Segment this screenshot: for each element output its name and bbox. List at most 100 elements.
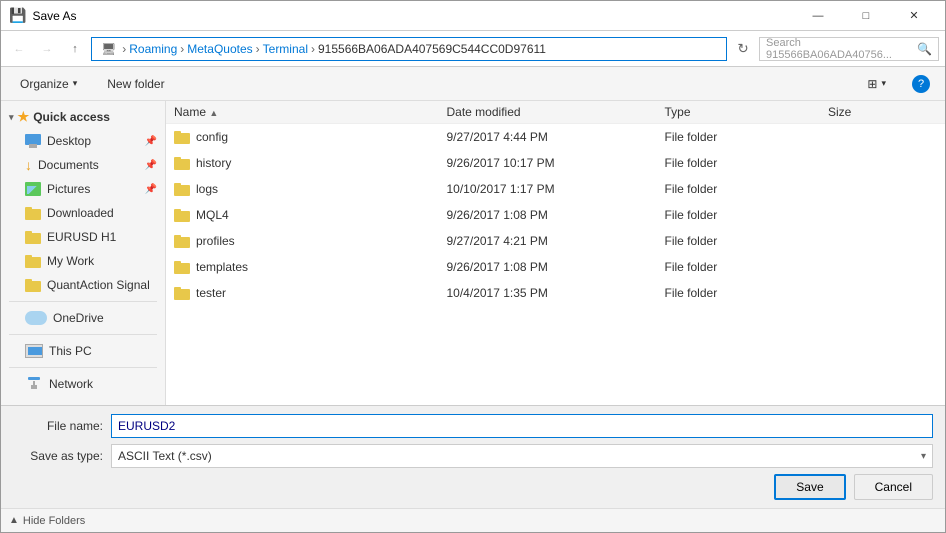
view-options-button[interactable]: ⊞ ▾ bbox=[856, 71, 897, 97]
table-row[interactable]: tester 10/4/2017 1:35 PM File folder bbox=[166, 280, 945, 306]
forward-button[interactable]: → bbox=[35, 37, 59, 61]
sidebar-item-downloaded[interactable]: Downloaded bbox=[1, 201, 165, 225]
maximize-button[interactable]: □ bbox=[843, 1, 889, 31]
new-folder-label: New folder bbox=[107, 77, 164, 91]
col-header-size[interactable]: Size bbox=[828, 105, 937, 119]
breadcrumb-roaming[interactable]: Roaming bbox=[129, 42, 177, 56]
search-box[interactable]: Search 915566BA06ADA40756... 🔍 bbox=[759, 37, 939, 61]
onedrive-icon bbox=[25, 311, 47, 325]
quantaction-folder-icon bbox=[25, 279, 41, 292]
up-button[interactable]: ↑ bbox=[63, 37, 87, 61]
folder-icon bbox=[174, 157, 190, 170]
sidebar-item-network[interactable]: Network bbox=[1, 372, 165, 396]
file-name: tester bbox=[196, 286, 226, 300]
organize-chevron-icon: ▾ bbox=[73, 78, 78, 89]
saveastype-row: Save as type: ASCII Text (*.csv) ▾ bbox=[13, 444, 933, 468]
file-date: 9/26/2017 1:08 PM bbox=[447, 260, 665, 274]
quick-access-chevron-icon: ▾ bbox=[9, 112, 14, 123]
divider-3 bbox=[9, 367, 157, 368]
folder-icon bbox=[174, 183, 190, 196]
desktop-pin-icon: 📌 bbox=[145, 136, 157, 147]
file-name: history bbox=[196, 156, 231, 170]
file-date: 9/27/2017 4:44 PM bbox=[447, 130, 665, 144]
onedrive-label: OneDrive bbox=[53, 311, 104, 325]
file-type: File folder bbox=[665, 286, 829, 300]
file-name: logs bbox=[196, 182, 218, 196]
address-bar: ← → ↑ 🖥 › Roaming › MetaQuotes › Termina… bbox=[1, 31, 945, 67]
view-chevron-icon: ▾ bbox=[881, 78, 886, 89]
file-type: File folder bbox=[665, 182, 829, 196]
help-icon: ? bbox=[912, 75, 930, 93]
file-name: templates bbox=[196, 260, 248, 274]
sidebar-item-pictures[interactable]: Pictures 📌 bbox=[1, 177, 165, 201]
file-type: File folder bbox=[665, 234, 829, 248]
saveastype-arrow-icon: ▾ bbox=[921, 451, 926, 462]
filename-label: File name: bbox=[13, 419, 103, 433]
sidebar-item-eurusd[interactable]: EURUSD H1 bbox=[1, 225, 165, 249]
network-icon bbox=[25, 377, 43, 391]
window-icon: 💾 bbox=[9, 7, 26, 24]
new-folder-button[interactable]: New folder bbox=[96, 71, 175, 97]
file-type: File folder bbox=[665, 208, 829, 222]
main-content: ▾ ★ Quick access Desktop 📌 ↓ Documents 📌… bbox=[1, 101, 945, 405]
quick-access-star-icon: ★ bbox=[18, 109, 30, 125]
sidebar-item-mywork[interactable]: My Work bbox=[1, 249, 165, 273]
desktop-label: Desktop bbox=[47, 134, 91, 148]
file-list: Name ▲ Date modified Type Size config bbox=[166, 101, 945, 405]
help-button[interactable]: ? bbox=[905, 71, 937, 97]
view-grid-icon: ⊞ bbox=[867, 77, 877, 91]
thispc-icon bbox=[25, 344, 43, 358]
cancel-button[interactable]: Cancel bbox=[854, 474, 933, 500]
hide-folders-section[interactable]: ▲ Hide Folders bbox=[9, 515, 85, 527]
documents-icon: ↓ bbox=[25, 157, 32, 173]
file-name: MQL4 bbox=[196, 208, 229, 222]
sidebar-item-thispc[interactable]: This PC bbox=[1, 339, 165, 363]
sidebar-item-quantaction[interactable]: QuantAction Signal bbox=[1, 273, 165, 297]
filename-input[interactable] bbox=[111, 414, 933, 438]
window-title: Save As bbox=[32, 9, 76, 23]
sidebar-item-desktop[interactable]: Desktop 📌 bbox=[1, 129, 165, 153]
breadcrumb-metaquotes[interactable]: MetaQuotes bbox=[187, 42, 252, 56]
file-name: profiles bbox=[196, 234, 235, 248]
sidebar-item-documents[interactable]: ↓ Documents 📌 bbox=[1, 153, 165, 177]
bottom-area: File name: Save as type: ASCII Text (*.c… bbox=[1, 405, 945, 508]
sidebar: ▾ ★ Quick access Desktop 📌 ↓ Documents 📌… bbox=[1, 101, 166, 405]
table-row[interactable]: logs 10/10/2017 1:17 PM File folder bbox=[166, 176, 945, 202]
documents-pin-icon: 📌 bbox=[145, 160, 157, 171]
breadcrumb-bar[interactable]: 🖥 › Roaming › MetaQuotes › Terminal › 91… bbox=[91, 37, 727, 61]
file-date: 9/27/2017 4:21 PM bbox=[447, 234, 665, 248]
col-header-name[interactable]: Name ▲ bbox=[174, 105, 447, 119]
minimize-button[interactable]: — bbox=[795, 1, 841, 31]
table-row[interactable]: templates 9/26/2017 1:08 PM File folder bbox=[166, 254, 945, 280]
back-button[interactable]: ← bbox=[7, 37, 31, 61]
saveastype-value: ASCII Text (*.csv) bbox=[118, 449, 212, 463]
sidebar-item-onedrive[interactable]: OneDrive bbox=[1, 306, 165, 330]
search-placeholder: Search 915566BA06ADA40756... bbox=[766, 37, 917, 61]
table-row[interactable]: history 9/26/2017 10:17 PM File folder bbox=[166, 150, 945, 176]
quick-access-header[interactable]: ▾ ★ Quick access bbox=[1, 105, 165, 129]
file-name: config bbox=[196, 130, 228, 144]
pictures-icon bbox=[25, 182, 41, 196]
organize-button[interactable]: Organize ▾ bbox=[9, 71, 88, 97]
save-button[interactable]: Save bbox=[774, 474, 845, 500]
saveastype-select[interactable]: ASCII Text (*.csv) ▾ bbox=[111, 444, 933, 468]
divider-1 bbox=[9, 301, 157, 302]
toolbar: Organize ▾ New folder ⊞ ▾ ? bbox=[1, 67, 945, 101]
divider-2 bbox=[9, 334, 157, 335]
file-date: 9/26/2017 1:08 PM bbox=[447, 208, 665, 222]
eurusd-label: EURUSD H1 bbox=[47, 230, 116, 244]
breadcrumb-terminal[interactable]: Terminal bbox=[263, 42, 308, 56]
network-label: Network bbox=[49, 377, 93, 391]
close-button[interactable]: ✕ bbox=[891, 1, 937, 31]
documents-label: Documents bbox=[38, 158, 99, 172]
sort-arrow-icon: ▲ bbox=[209, 108, 218, 118]
table-row[interactable]: config 9/27/2017 4:44 PM File folder bbox=[166, 124, 945, 150]
folder-icon bbox=[174, 235, 190, 248]
col-header-type[interactable]: Type bbox=[665, 105, 829, 119]
col-header-date[interactable]: Date modified bbox=[447, 105, 665, 119]
table-row[interactable]: MQL4 9/26/2017 1:08 PM File folder bbox=[166, 202, 945, 228]
refresh-button[interactable]: ↻ bbox=[731, 37, 755, 61]
downloaded-folder-icon bbox=[25, 207, 41, 220]
folder-icon bbox=[174, 209, 190, 222]
table-row[interactable]: profiles 9/27/2017 4:21 PM File folder bbox=[166, 228, 945, 254]
